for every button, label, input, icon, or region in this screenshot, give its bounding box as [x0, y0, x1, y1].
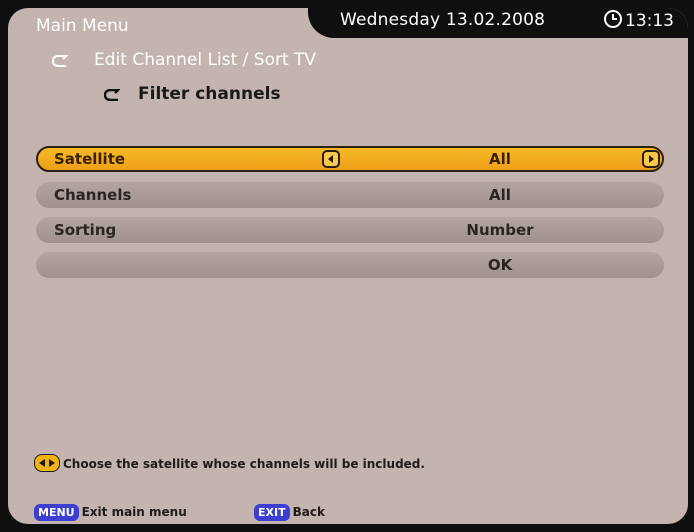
clock: 13:13 [604, 10, 674, 31]
arrow-icon [52, 55, 68, 67]
menu-item-label: Satellite [54, 150, 126, 168]
ok-button-label: OK [487, 256, 513, 274]
breadcrumb-filter-channels: Filter channels [138, 84, 281, 104]
left-right-keys-icon [34, 454, 60, 472]
help-hint: Choose the satellite whose channels will… [34, 454, 425, 472]
time-label: 13:13 [625, 11, 674, 31]
hint-text: Choose the satellite whose channels will… [63, 457, 425, 471]
menu-item-value: All [489, 186, 511, 204]
footer-exit[interactable]: EXIT Back [254, 504, 325, 521]
menu-item-label: Channels [54, 186, 132, 204]
breadcrumb-edit-channel-list: Edit Channel List / Sort TV [94, 50, 317, 70]
arrow-icon [104, 89, 120, 101]
right-arrow-icon[interactable] [642, 150, 660, 168]
menu-item-value: Number [466, 221, 534, 239]
footer-menu-label: Exit main menu [81, 505, 187, 519]
breadcrumb-main-menu: Main Menu [36, 16, 129, 36]
clock-icon [604, 10, 622, 28]
ok-button[interactable]: OK [36, 252, 664, 278]
left-arrow-icon[interactable] [322, 150, 340, 168]
menu-panel: Wednesday 13.02.2008 13:13 Main Menu Edi… [8, 8, 688, 524]
footer-exit-label: Back [292, 505, 325, 519]
menu-item-satellite[interactable]: Satellite All [36, 146, 664, 172]
date-label: Wednesday 13.02.2008 [340, 10, 546, 30]
menu-item-value: All [489, 150, 511, 168]
exit-key-icon: EXIT [254, 504, 290, 521]
menu-item-sorting[interactable]: Sorting Number [36, 217, 664, 243]
menu-item-label: Sorting [54, 221, 117, 239]
status-bar: Wednesday 13.02.2008 13:13 [308, 8, 688, 38]
menu-key-icon: MENU [34, 504, 79, 521]
footer-menu[interactable]: MENU Exit main menu [34, 504, 187, 521]
menu-item-channels[interactable]: Channels All [36, 182, 664, 208]
